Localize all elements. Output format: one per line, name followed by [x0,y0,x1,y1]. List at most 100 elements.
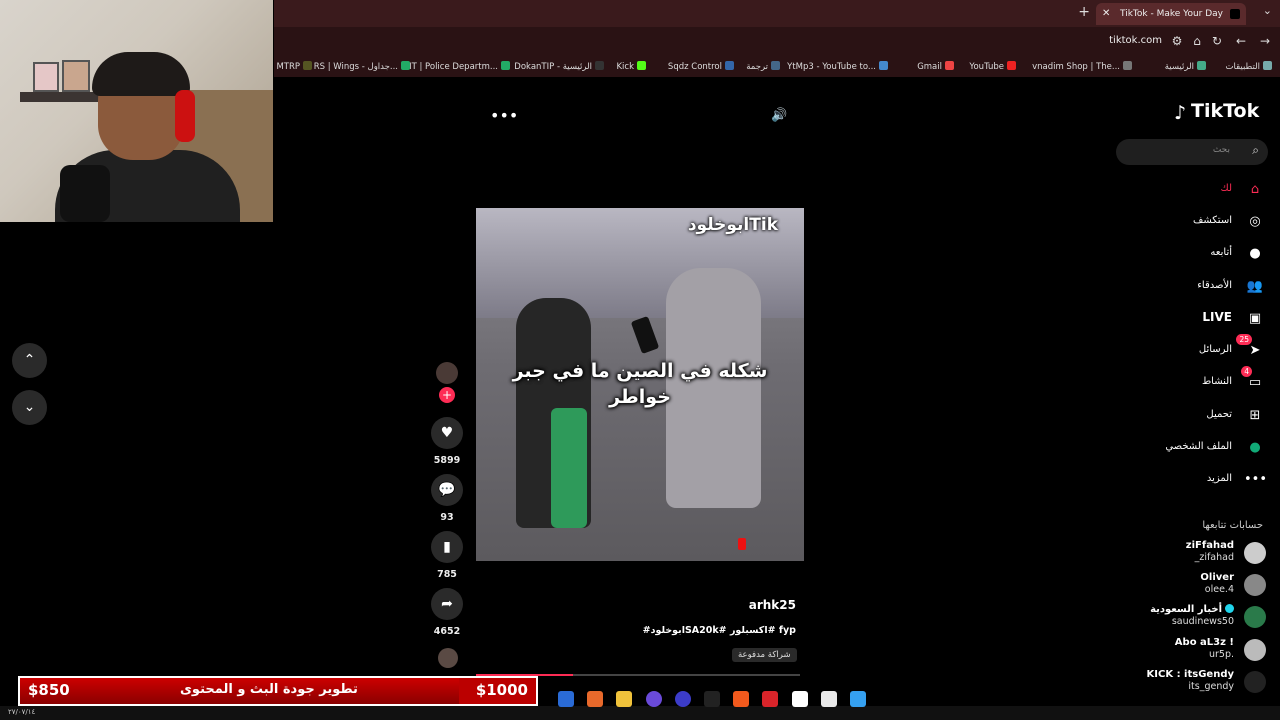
bookmark-favicon-icon [725,61,734,70]
save-count: 785 [437,569,457,580]
follow-plus-icon[interactable]: + [439,387,455,403]
messages-badge: 25 [1236,334,1252,345]
video-watermark: ابوخلودTik [687,215,778,235]
followed-account[interactable]: أخبار السعودية saudinews50 [1136,604,1266,632]
search-icon[interactable]: ⌕ [1252,143,1259,158]
photo-frame [33,62,59,92]
apps-icon [1263,61,1272,70]
share-button[interactable]: ➦ 4652 [431,588,463,637]
profile-icon: ● [1249,440,1261,455]
sidebar-item-friends[interactable]: الأصدقاء 👥 [1146,276,1266,298]
more-options-icon[interactable]: ••• [490,106,518,125]
tab-list-icon[interactable]: ⌄ [1263,4,1272,17]
bookmark[interactable]: YouTube [969,61,1016,72]
sidebar-item-explore[interactable]: استكشف ◎ [1146,211,1266,233]
avatar [1244,542,1266,564]
app-icon[interactable] [675,691,691,707]
app-icon[interactable] [762,691,778,707]
capcut-icon[interactable] [792,691,808,707]
bookmark[interactable]: vnadim Shop | The... [1032,61,1132,72]
bookmarks-bar: التطبيقات الرئيسية vnadim Shop | The... … [274,57,1280,77]
bookmark[interactable]: Sqdz Control [668,61,734,72]
screen: + ✕ TikTok - Make Your Day ⌄ tiktok.com … [0,0,1280,720]
followed-account[interactable]: ziFfahad _zifahad [1136,540,1266,568]
bookmark-icon: ▮ [431,531,463,563]
chrome-icon[interactable] [558,691,574,707]
kick-icon [637,61,646,70]
heart-icon: ♥ [431,417,463,449]
brave-icon[interactable] [733,691,749,707]
sidebar-item-more[interactable]: المزيد ••• [1146,469,1268,491]
bookmark[interactable]: ترجمة [746,61,780,72]
bookmark[interactable]: الرئيسية [1165,61,1206,72]
verified-badge-icon [1225,604,1234,613]
youtube-icon [1007,61,1016,70]
hashtags[interactable]: #ابوخلودSA20k# اكسبلور# fyp [560,625,796,636]
more-icon: ••• [1244,472,1268,487]
bookmark[interactable]: Gmail [917,61,954,72]
activity-badge: 4 [1241,366,1252,377]
sidebar-item-for-you[interactable]: لك ⌂ [1146,179,1266,201]
reload-icon[interactable]: ↻ [1210,34,1224,48]
followed-account[interactable]: Oliver olee.4 [1136,572,1266,600]
bookmark-favicon-icon [303,61,312,70]
bookmark-favicon-icon [1123,61,1132,70]
sidebar-item-upload[interactable]: تحميل ⊞ [1146,405,1266,427]
avatar [1244,606,1266,628]
sidebar-item-activity[interactable]: النشاط ▭ 4 [1146,366,1266,394]
headset [175,90,195,142]
gmail-icon [945,61,954,70]
like-button[interactable]: ♥ 5899 [431,417,463,466]
back-icon[interactable]: ← [1234,34,1248,48]
bookmark[interactable]: MTRP [276,61,312,72]
sidebar-item-messages[interactable]: الرسائل ➤ 25 [1146,334,1266,362]
url-text[interactable]: tiktok.com [1109,35,1162,46]
streamer-hair [92,52,190,96]
app-icon[interactable] [646,691,662,707]
caption-line: شكله في الصين ما في جبر [512,360,768,382]
folder-icon[interactable] [616,691,632,707]
author-name[interactable]: arhk25 [740,598,796,612]
video-player[interactable]: ابوخلودTik شكله في الصين ما في جبر خواطر [476,208,804,561]
app-icon[interactable] [587,691,603,707]
sidebar-item-profile[interactable]: الملف الشخصي ● [1146,437,1266,459]
volume-icon[interactable]: 🔊 [771,108,787,123]
bookmark[interactable]: DokanTIP - الرئيسية [514,61,604,72]
video-caption: شكله في الصين ما في جبر خواطر [476,358,804,410]
bookmark[interactable]: YtMp3 - YouTube to... [787,61,888,72]
sound-avatar[interactable] [438,648,458,668]
sidebar-item-following[interactable]: أتابعه ● [1146,243,1266,265]
mouse-cursor-icon [738,538,746,550]
previous-video-button[interactable]: ⌃ [12,343,47,378]
windows-icon[interactable] [850,691,866,707]
close-tab-icon[interactable]: ✕ [1102,3,1110,25]
forward-icon[interactable]: → [1258,34,1272,48]
bookmark[interactable]: MT | Police Departm... [404,61,510,72]
new-tab-button[interactable]: + [1078,4,1090,20]
home-button-icon[interactable]: ⌂ [1190,34,1204,48]
bookmark[interactable]: RS | Wings - جداول... [314,61,410,72]
share-icon: ➦ [431,588,463,620]
comment-button[interactable]: 💬 93 [431,474,463,523]
bookmark-favicon-icon [879,61,888,70]
save-button[interactable]: ▮ 785 [431,531,463,580]
next-video-button[interactable]: ⌄ [12,390,47,425]
bookmark[interactable]: Kick [616,61,646,72]
tiktok-logo[interactable]: ♪ TikTok [1174,100,1259,124]
bookmark[interactable]: التطبيقات [1225,61,1272,72]
home-icon: ⌂ [1250,182,1260,197]
browser-tab-bar: + ✕ TikTok - Make Your Day ⌄ [274,0,1280,27]
tiktok-app-icon[interactable] [704,691,720,707]
store-icon[interactable] [821,691,837,707]
caption-line: خواطر [609,386,671,408]
followed-account[interactable]: KICK : itsGendy its_gendy [1136,669,1266,697]
bookmark-favicon-icon [595,61,604,70]
creator-avatar[interactable] [436,362,458,384]
search-input[interactable]: بحث ⌕ [1116,139,1268,165]
tiktok-favicon-icon [1230,9,1240,19]
following-accounts-heading: حسابات تتابعها [1202,520,1263,531]
sidebar-item-live[interactable]: LIVE ▣ [1146,308,1266,330]
followed-account[interactable]: Abo aL3z ! ur5p. [1136,637,1266,665]
site-settings-icon[interactable]: ⚙ [1170,34,1184,48]
browser-tab[interactable]: ✕ TikTok - Make Your Day [1096,3,1246,25]
